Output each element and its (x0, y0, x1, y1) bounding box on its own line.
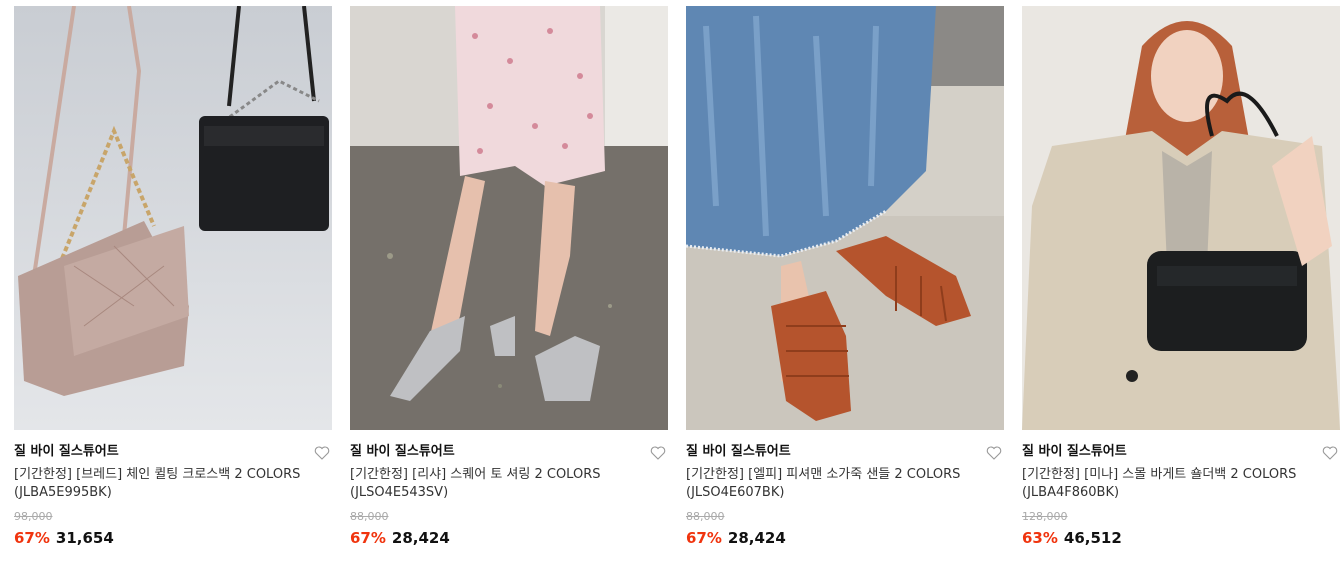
heart-icon[interactable] (650, 445, 666, 461)
product-card[interactable]: 질 바이 질스튜어트 [기간한정] [리샤] 스퀘어 토 셔링 2 COLORS… (350, 6, 668, 548)
product-name-line: [기간한정] [미나] 스몰 바게트 숄더백 2 COLORS (1022, 467, 1297, 482)
brand-name[interactable]: 질 바이 질스튜어트 (1022, 442, 1340, 462)
product-info: 질 바이 질스튜어트 [기간한정] [브레드] 체인 퀼팅 크로스백 2 COL… (14, 430, 332, 548)
product-code: (JLSO4E543SV) (350, 485, 449, 500)
brand-name[interactable]: 질 바이 질스튜어트 (350, 442, 668, 462)
product-code: (JLBA4F860BK) (1022, 485, 1120, 500)
product-card[interactable]: 질 바이 질스튜어트 [기간한정] [엘피] 피셔맨 소가죽 샌들 2 COLO… (686, 6, 1004, 548)
original-price: 98,000 (14, 510, 53, 523)
product-image[interactable] (14, 6, 332, 430)
price-line: 67% 28,424 (686, 528, 1004, 548)
product-image[interactable] (350, 6, 668, 430)
product-info: 질 바이 질스튜어트 [기간한정] [미나] 스몰 바게트 숄더백 2 COLO… (1022, 430, 1340, 548)
product-name[interactable]: [기간한정] [미나] 스몰 바게트 숄더백 2 COLORS (JLBA4F8… (1022, 466, 1322, 502)
discount-rate: 67% (14, 529, 50, 547)
heart-icon[interactable] (986, 445, 1002, 461)
price-line: 67% 28,424 (350, 528, 668, 548)
original-price: 88,000 (686, 510, 725, 523)
product-card[interactable]: 질 바이 질스튜어트 [기간한정] [브레드] 체인 퀼팅 크로스백 2 COL… (14, 6, 332, 548)
sale-price: 46,512 (1063, 529, 1122, 547)
discount-rate: 63% (1022, 529, 1058, 547)
product-info: 질 바이 질스튜어트 [기간한정] [리샤] 스퀘어 토 셔링 2 COLORS… (350, 430, 668, 548)
sale-price: 31,654 (55, 529, 114, 547)
product-grid: 질 바이 질스튜어트 [기간한정] [브레드] 체인 퀼팅 크로스백 2 COL… (0, 0, 1343, 561)
product-code: (JLSO4E607BK) (686, 485, 785, 500)
sale-price: 28,424 (727, 529, 786, 547)
discount-rate: 67% (686, 529, 722, 547)
product-name[interactable]: [기간한정] [엘피] 피셔맨 소가죽 샌들 2 COLORS (JLSO4E6… (686, 466, 986, 502)
product-name[interactable]: [기간한정] [리샤] 스퀘어 토 셔링 2 COLORS (JLSO4E543… (350, 466, 650, 502)
product-info: 질 바이 질스튜어트 [기간한정] [엘피] 피셔맨 소가죽 샌들 2 COLO… (686, 430, 1004, 548)
brand-name[interactable]: 질 바이 질스튜어트 (686, 442, 1004, 462)
heart-icon[interactable] (1322, 445, 1338, 461)
brand-name[interactable]: 질 바이 질스튜어트 (14, 442, 332, 462)
product-name-line: [기간한정] [리샤] 스퀘어 토 셔링 2 COLORS (350, 467, 601, 482)
discount-rate: 67% (350, 529, 386, 547)
original-price: 128,000 (1022, 510, 1068, 523)
heart-icon[interactable] (314, 445, 330, 461)
product-image[interactable] (1022, 6, 1340, 430)
original-price: 88,000 (350, 510, 389, 523)
product-name[interactable]: [기간한정] [브레드] 체인 퀼팅 크로스백 2 COLORS (JLBA5E… (14, 466, 314, 502)
product-card[interactable]: 질 바이 질스튜어트 [기간한정] [미나] 스몰 바게트 숄더백 2 COLO… (1022, 6, 1340, 548)
product-code: (JLBA5E995BK) (14, 485, 112, 500)
price-line: 67% 31,654 (14, 528, 332, 548)
price-line: 63% 46,512 (1022, 528, 1340, 548)
sale-price: 28,424 (391, 529, 450, 547)
product-name-line: [기간한정] [브레드] 체인 퀼팅 크로스백 2 COLORS (14, 467, 301, 482)
product-name-line: [기간한정] [엘피] 피셔맨 소가죽 샌들 2 COLORS (686, 467, 961, 482)
product-image[interactable] (686, 6, 1004, 430)
